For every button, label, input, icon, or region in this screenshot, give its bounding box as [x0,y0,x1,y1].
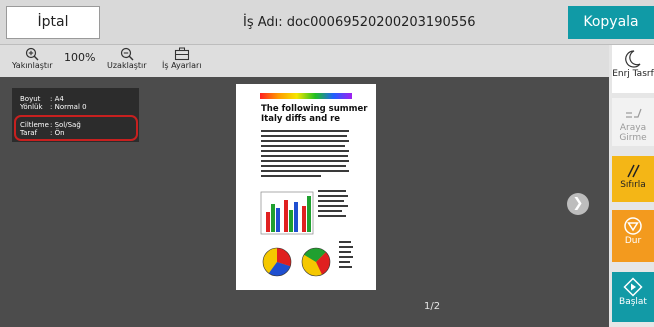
zoom-in-icon [26,47,39,61]
stop-icon [624,217,642,235]
moon-icon [625,50,641,68]
page-indicator: 1/2 [424,301,441,312]
doc-heading-1: The following summer [261,104,368,114]
reset-button[interactable]: Sıfırla [612,156,654,202]
info-key: Yönlük [20,103,43,111]
next-page-button[interactable]: ❯ [567,193,589,215]
start-button[interactable]: Başlat [612,272,654,322]
chevron-right-icon: ❯ [572,196,584,211]
energy-saver-label: Enrj Tasrf [612,69,654,79]
stop-label: Dur [624,236,642,246]
info-value: : A4 [50,95,64,103]
briefcase-icon [174,47,189,61]
start-label: Başlat [619,297,647,307]
zoom-out-icon [120,47,134,61]
energy-saver-button[interactable]: Enrj Tasrf [612,45,654,93]
interrupt-button[interactable]: Araya Girme [612,98,654,146]
cancel-button[interactable]: İptal [6,6,100,39]
document-page: The following summer Italy diffs and re [236,84,376,290]
job-settings-label: İş Ayarları [162,61,202,70]
reset-icon [627,164,640,178]
zoom-level: 100% [64,51,96,64]
start-icon [623,277,643,297]
interrupt-icon [626,108,642,118]
info-value: : Normal 0 [50,103,87,111]
info-key: Boyut [20,95,41,103]
info-row-size: Boyut : A4 [20,95,64,103]
reset-label: Sıfırla [620,180,646,190]
doc-heading-2: Italy diffs and re [261,114,340,124]
zoom-in-label: Yakınlaştır [12,61,53,70]
job-name: İş Adı: doc00069520200203190556 [243,15,476,30]
job-settings-button[interactable]: İş Ayarları [162,47,202,70]
document-thumbnail: The following summer Italy diffs and re [260,93,368,277]
zoom-in-button[interactable]: Yakınlaştır [12,47,53,70]
info-row-orientation: Yönlük : Normal 0 [20,103,87,111]
zoom-out-button[interactable]: Uzaklaştır [107,47,147,70]
copy-button[interactable]: Kopyala [568,6,654,39]
stop-button[interactable]: Dur [612,210,654,262]
binding-highlight [14,115,138,141]
zoom-out-label: Uzaklaştır [107,61,147,70]
interrupt-label: Araya Girme [619,123,647,143]
